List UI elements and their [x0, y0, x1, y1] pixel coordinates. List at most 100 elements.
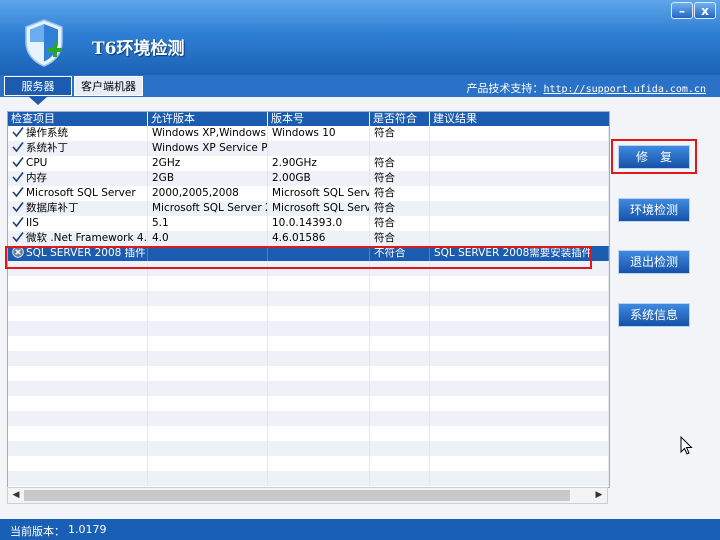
support-label: 产品技术支持：	[466, 82, 544, 95]
cell-version: Microsoft SQL Serv...	[268, 186, 370, 201]
header-version[interactable]: 版本号	[268, 112, 370, 126]
table-row[interactable]	[8, 366, 609, 381]
support-link[interactable]: http://support.ufida.com.cn	[543, 84, 706, 95]
table-row[interactable]	[8, 351, 609, 366]
row-item-label: 系统补丁	[26, 142, 68, 154]
cell-item: CPU	[8, 156, 148, 171]
horizontal-scrollbar[interactable]: ◀ ▶	[7, 487, 608, 504]
table-row[interactable]	[8, 471, 609, 486]
table-row[interactable]	[8, 276, 609, 291]
empty-cell	[148, 396, 268, 411]
empty-cell	[430, 381, 609, 396]
table-row[interactable]: IIS 5.1 10.0.14393.0 符合	[8, 216, 609, 231]
table-row[interactable]	[8, 396, 609, 411]
cell-match: 符合	[370, 216, 430, 231]
empty-cell	[148, 351, 268, 366]
close-button[interactable]: x	[694, 2, 716, 19]
empty-cell	[8, 411, 148, 426]
check-icon	[12, 187, 24, 198]
table-row[interactable]	[8, 426, 609, 441]
cell-allowed: Windows XP Service P...	[148, 141, 268, 156]
empty-cell	[430, 471, 609, 486]
empty-cell	[8, 276, 148, 291]
cell-allowed: 2000,2005,2008	[148, 186, 268, 201]
scroll-left-icon[interactable]: ◀	[9, 489, 23, 502]
cell-version: 4.6.01586	[268, 231, 370, 246]
empty-cell	[430, 336, 609, 351]
table-row[interactable]	[8, 441, 609, 456]
empty-cell	[268, 321, 370, 336]
cell-advice	[430, 156, 609, 171]
empty-cell	[370, 456, 430, 471]
table-row[interactable]	[8, 411, 609, 426]
cell-match: 符合	[370, 126, 430, 141]
tab-server[interactable]: 服务器	[4, 76, 72, 96]
empty-cell	[370, 291, 430, 306]
scrollbar-thumb[interactable]	[24, 490, 570, 501]
table-row[interactable]: 操作系统 Windows XP,Windows ... Windows 10 符合	[8, 126, 609, 141]
empty-cell	[370, 276, 430, 291]
empty-cell	[148, 411, 268, 426]
minimize-button[interactable]: –	[671, 2, 693, 19]
empty-cell	[8, 336, 148, 351]
empty-cell	[370, 321, 430, 336]
table-row[interactable]	[8, 321, 609, 336]
cell-version: Microsoft SQL Serv...	[268, 201, 370, 216]
app-window: T6环境检测 – x 服务器 客户端机器 产品技术支持：http://suppo…	[0, 0, 720, 540]
table-row[interactable]: CPU 2GHz 2.90GHz 符合	[8, 156, 609, 171]
table-row[interactable]	[8, 306, 609, 321]
empty-cell	[430, 321, 609, 336]
table-row[interactable]	[8, 336, 609, 351]
cell-version: Windows 10	[268, 126, 370, 141]
empty-cell	[430, 396, 609, 411]
check-icon	[12, 172, 24, 183]
table-row[interactable]: Microsoft SQL Server 2000,2005,2008 Micros…	[8, 186, 609, 201]
empty-cell	[8, 321, 148, 336]
empty-cell	[268, 471, 370, 486]
cell-version: 2.90GHz	[268, 156, 370, 171]
header-match[interactable]: 是否符合	[370, 112, 430, 126]
empty-cell	[430, 351, 609, 366]
empty-cell	[268, 336, 370, 351]
table-row[interactable]	[8, 456, 609, 471]
check-icon	[12, 157, 24, 168]
empty-cell	[8, 426, 148, 441]
cell-item: 系统补丁	[8, 141, 148, 156]
cell-allowed: 2GHz	[148, 156, 268, 171]
row-item-label: 操作系统	[26, 127, 68, 139]
table-row[interactable]: 系统补丁 Windows XP Service P...	[8, 141, 609, 156]
cell-item: Microsoft SQL Server	[8, 186, 148, 201]
row-item-label: CPU	[26, 157, 48, 169]
env-check-button[interactable]: 环境检测	[618, 198, 690, 222]
cell-allowed: Windows XP,Windows ...	[148, 126, 268, 141]
header-allowed-version[interactable]: 允许版本	[148, 112, 268, 126]
empty-cell	[268, 456, 370, 471]
header-advice[interactable]: 建议结果	[430, 112, 609, 126]
exit-check-button[interactable]: 退出检测	[618, 250, 690, 274]
system-info-button[interactable]: 系统信息	[618, 303, 690, 327]
cell-item: 操作系统	[8, 126, 148, 141]
empty-cell	[148, 321, 268, 336]
row-item-label: IIS	[26, 217, 39, 229]
tab-client-machine[interactable]: 客户端机器	[74, 76, 143, 96]
empty-cell	[370, 411, 430, 426]
empty-cell	[370, 306, 430, 321]
empty-cell	[430, 411, 609, 426]
table-row[interactable]	[8, 381, 609, 396]
empty-cell	[430, 456, 609, 471]
header-check-item[interactable]: 检查项目	[8, 112, 148, 126]
table-row[interactable]: 内存 2GB 2.00GB 符合	[8, 171, 609, 186]
support-info: 产品技术支持：http://support.ufida.com.cn	[466, 80, 706, 96]
table-row[interactable]	[8, 291, 609, 306]
empty-cell	[268, 366, 370, 381]
empty-cell	[370, 426, 430, 441]
scroll-right-icon[interactable]: ▶	[592, 489, 606, 502]
empty-cell	[370, 441, 430, 456]
table-row[interactable]: 数据库补丁 Microsoft SQL Server 2...Microsoft …	[8, 201, 609, 216]
table-row[interactable]: 微软 .Net Framework 4.0 4.0 4.6.01586 符合	[8, 231, 609, 246]
empty-cell	[268, 381, 370, 396]
app-title: T6环境检测	[92, 39, 185, 59]
shield-logo-icon	[25, 19, 63, 67]
title-bar: T6环境检测 – x	[0, 0, 720, 75]
cell-match: 符合	[370, 201, 430, 216]
